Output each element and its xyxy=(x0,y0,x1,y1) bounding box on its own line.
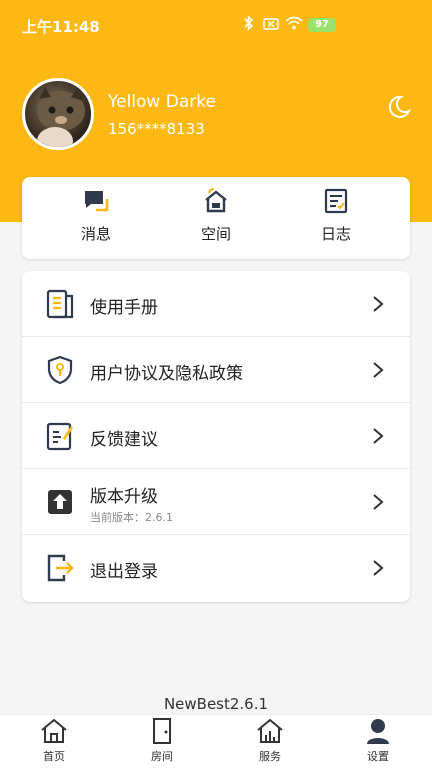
menu-item-user-manual[interactable]: 使用手册 xyxy=(22,271,410,337)
tab-label: 服务 xyxy=(259,750,281,763)
menu-item-version-upgrade[interactable]: 版本升级 当前版本：2.6.1 xyxy=(22,469,410,535)
quick-action-label: 日志 xyxy=(320,225,351,243)
feedback-icon xyxy=(46,422,73,451)
quick-action-label: 空间 xyxy=(200,225,231,243)
menu-item-label: 版本升级 xyxy=(90,487,158,507)
menu-item-logout[interactable]: 退出登录 xyxy=(22,535,410,601)
menu-item-label: 退出登录 xyxy=(90,562,158,582)
chevron-right-icon xyxy=(373,494,384,510)
menu-item-privacy-policy[interactable]: 用户协议及隐私政策 xyxy=(22,337,410,403)
menu-item-label: 用户协议及隐私政策 xyxy=(90,364,243,384)
tab-label: 设置 xyxy=(367,750,389,763)
tab-home[interactable]: 首页 xyxy=(14,717,94,767)
menu-item-label: 使用手册 xyxy=(90,298,158,318)
quick-actions-card: 消息 空间 日志 xyxy=(22,177,410,259)
shield-key-icon xyxy=(47,355,73,385)
settings-menu-card: 使用手册 用户协议及隐私政策 反馈建议 版本升级 当前版本：2.6.1 退出登录 xyxy=(22,271,410,602)
tab-settings[interactable]: 设置 xyxy=(338,717,418,767)
status-bar: 上午11:48 97 xyxy=(0,0,432,50)
quick-action-log[interactable]: 日志 xyxy=(286,187,386,251)
wifi-icon xyxy=(285,16,303,30)
bottom-tab-bar: 首页 房间 服务 设置 xyxy=(0,714,432,768)
status-time: 上午11:48 xyxy=(22,18,100,36)
chevron-right-icon xyxy=(373,428,384,444)
avatar[interactable] xyxy=(22,78,94,150)
user-icon xyxy=(367,719,389,744)
quick-action-label: 消息 xyxy=(80,225,111,243)
tab-label: 首页 xyxy=(43,750,65,763)
chevron-right-icon xyxy=(373,560,384,576)
night-mode-moon-icon[interactable] xyxy=(386,94,412,120)
menu-item-feedback[interactable]: 反馈建议 xyxy=(22,403,410,469)
chevron-right-icon xyxy=(373,362,384,378)
no-sim-icon xyxy=(263,18,279,30)
user-name[interactable]: Yellow Darke xyxy=(108,92,216,112)
battery-indicator: 97 xyxy=(308,18,336,32)
quick-action-messages[interactable]: 消息 xyxy=(46,187,146,251)
current-version-text: 当前版本：2.6.1 xyxy=(90,511,173,524)
tab-label: 房间 xyxy=(151,750,173,763)
logout-icon xyxy=(47,554,74,582)
manual-icon xyxy=(46,289,74,319)
tab-services[interactable]: 服务 xyxy=(230,717,310,767)
log-icon xyxy=(324,188,348,214)
message-icon xyxy=(85,191,109,212)
app-version-footer: NewBest2.6.1 xyxy=(163,695,269,713)
chevron-right-icon xyxy=(373,296,384,312)
home-icon xyxy=(41,718,67,743)
upgrade-icon xyxy=(48,490,72,514)
tab-rooms[interactable]: 房间 xyxy=(122,717,202,767)
door-icon xyxy=(153,718,171,744)
home-space-icon xyxy=(205,188,227,213)
quick-action-space[interactable]: 空间 xyxy=(166,187,266,251)
user-phone: 156****8133 xyxy=(108,120,205,138)
menu-item-label: 反馈建议 xyxy=(90,430,158,450)
bluetooth-icon xyxy=(244,15,254,31)
service-icon xyxy=(257,718,283,743)
